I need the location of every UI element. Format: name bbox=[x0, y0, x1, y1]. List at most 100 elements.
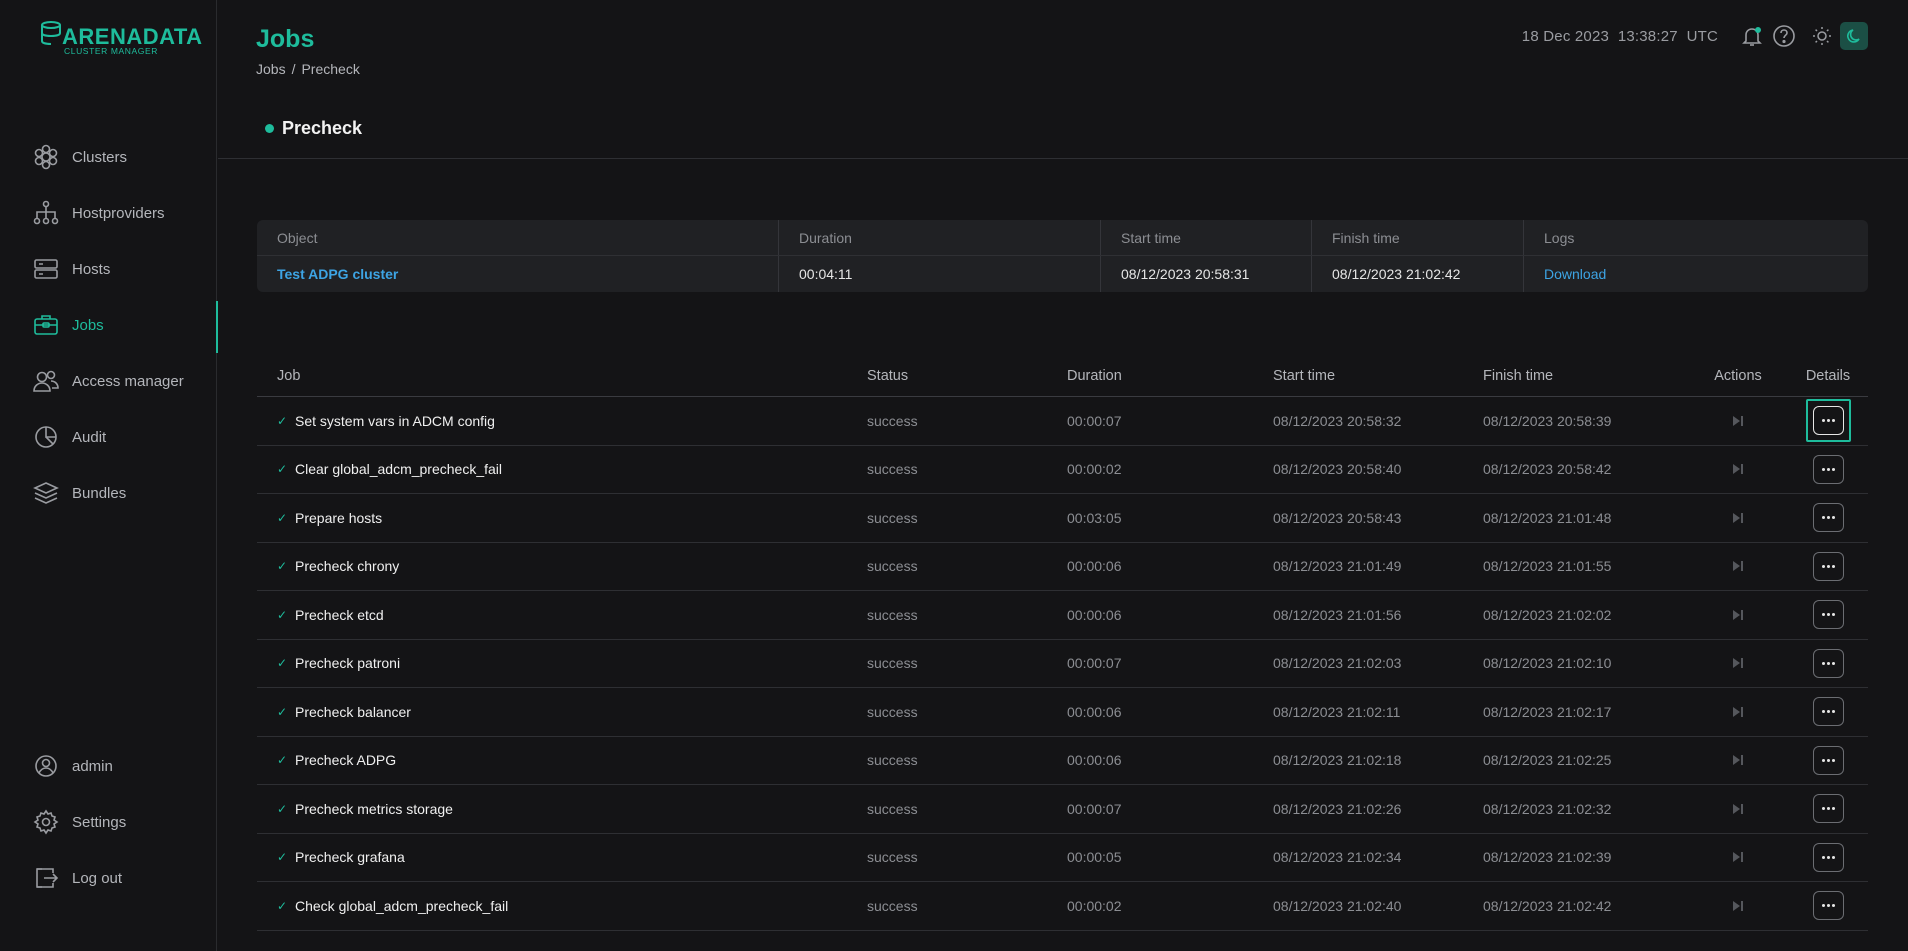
header-toolbar: 18 Dec 2023 13:38:27 UTC bbox=[1522, 20, 1868, 52]
summary-finish-time: 08/12/2023 21:02:42 bbox=[1312, 256, 1524, 292]
job-start-time: 08/12/2023 21:02:03 bbox=[1273, 655, 1402, 672]
run-job-button[interactable] bbox=[1728, 799, 1748, 819]
run-job-button[interactable] bbox=[1728, 605, 1748, 625]
sidebar: ARENADATA CLUSTER MANAGER Clusters Hostp… bbox=[0, 0, 218, 951]
job-duration: 00:03:05 bbox=[1067, 509, 1122, 526]
run-job-button[interactable] bbox=[1728, 459, 1748, 479]
light-theme-button[interactable] bbox=[1808, 22, 1836, 50]
details-button[interactable] bbox=[1812, 551, 1844, 581]
table-row: ✓ Precheck etcd success 00:00:06 08/12/2… bbox=[257, 591, 1868, 640]
job-details-cell bbox=[1788, 503, 1868, 533]
check-icon: ✓ bbox=[277, 413, 288, 428]
job-duration: 00:00:07 bbox=[1067, 655, 1122, 672]
sidebar-item-bundles[interactable]: Bundles bbox=[0, 469, 217, 517]
jobs-icon bbox=[32, 311, 60, 339]
details-button[interactable] bbox=[1812, 794, 1844, 824]
details-button[interactable] bbox=[1812, 891, 1844, 921]
sidebar-item-label: Settings bbox=[72, 813, 127, 831]
sidebar-item-hostproviders[interactable]: Hostproviders bbox=[0, 189, 217, 237]
run-job-button[interactable] bbox=[1728, 750, 1748, 770]
job-actions-cell bbox=[1688, 702, 1788, 722]
job-actions-cell bbox=[1688, 750, 1788, 770]
job-status-dot bbox=[265, 124, 274, 133]
run-job-button[interactable] bbox=[1728, 556, 1748, 576]
more-icon bbox=[1821, 904, 1835, 908]
sidebar-item-audit[interactable]: Audit bbox=[0, 413, 217, 461]
sidebar-item-logout[interactable]: Log out bbox=[0, 854, 217, 902]
details-button[interactable] bbox=[1812, 842, 1844, 872]
job-start-time: 08/12/2023 21:01:49 bbox=[1273, 558, 1402, 575]
brand-logo[interactable]: ARENADATA CLUSTER MANAGER bbox=[40, 18, 202, 58]
jobs-table-body: ✓ Set system vars in ADCM config success… bbox=[257, 397, 1868, 931]
breadcrumb-jobs[interactable]: Jobs bbox=[256, 61, 286, 77]
jobs-header-duration: Duration bbox=[1067, 367, 1122, 384]
jobs-header-finish: Finish time bbox=[1483, 367, 1554, 384]
table-row: ✓ Precheck patroni success 00:00:07 08/1… bbox=[257, 640, 1868, 688]
job-heading: Precheck bbox=[265, 118, 362, 139]
job-status: success bbox=[867, 897, 918, 914]
current-timezone: UTC bbox=[1686, 27, 1718, 45]
details-button[interactable] bbox=[1812, 600, 1844, 630]
job-details-cell bbox=[1788, 745, 1868, 775]
run-job-button[interactable] bbox=[1728, 702, 1748, 722]
summary-header-start: Start time bbox=[1101, 220, 1312, 255]
sidebar-item-admin[interactable]: admin bbox=[0, 742, 217, 790]
run-job-button[interactable] bbox=[1728, 896, 1748, 916]
sidebar-item-clusters[interactable]: Clusters bbox=[0, 133, 217, 181]
job-name-cell: ✓ Precheck etcd bbox=[257, 607, 862, 623]
sidebar-item-label: Jobs bbox=[72, 316, 104, 334]
job-details-cell bbox=[1788, 794, 1868, 824]
job-finish-time: 08/12/2023 21:02:42 bbox=[1483, 897, 1612, 914]
details-button[interactable] bbox=[1812, 697, 1844, 727]
notifications-button[interactable] bbox=[1736, 20, 1768, 52]
run-job-button[interactable] bbox=[1728, 508, 1748, 528]
play-skip-icon bbox=[1733, 609, 1743, 620]
check-icon: ✓ bbox=[277, 704, 288, 719]
details-button[interactable] bbox=[1812, 648, 1844, 678]
object-link[interactable]: Test ADPG cluster bbox=[277, 266, 398, 282]
dark-theme-button[interactable] bbox=[1840, 22, 1868, 50]
breadcrumb-current: Precheck bbox=[301, 61, 360, 77]
job-name-cell: ✓ Prepare hosts bbox=[257, 510, 862, 526]
help-button[interactable] bbox=[1768, 20, 1800, 52]
hostproviders-icon bbox=[32, 199, 60, 227]
sidebar-item-access-manager[interactable]: Access manager bbox=[0, 357, 217, 405]
job-finish-time: 08/12/2023 21:02:17 bbox=[1483, 703, 1612, 720]
details-button[interactable] bbox=[1812, 503, 1844, 533]
play-skip-icon bbox=[1733, 803, 1743, 814]
breadcrumb-separator: / bbox=[291, 61, 296, 77]
jobs-header-row: Job Status Duration Start time Finish ti… bbox=[257, 355, 1868, 397]
jobs-header-status: Status bbox=[867, 367, 909, 384]
sidebar-item-settings[interactable]: Settings bbox=[0, 798, 217, 846]
breadcrumb: Jobs / Precheck bbox=[256, 61, 360, 77]
job-status: success bbox=[867, 461, 918, 478]
more-icon bbox=[1821, 516, 1835, 520]
run-job-button[interactable] bbox=[1728, 653, 1748, 673]
moon-icon bbox=[1847, 29, 1860, 43]
sidebar-item-label: Bundles bbox=[72, 484, 127, 502]
job-name-cell: ✓ Precheck metrics storage bbox=[257, 801, 862, 817]
more-icon bbox=[1821, 758, 1835, 762]
job-finish-time: 08/12/2023 21:02:39 bbox=[1483, 849, 1612, 866]
check-icon: ✓ bbox=[277, 510, 288, 525]
download-logs-link[interactable]: Download bbox=[1544, 266, 1606, 282]
sidebar-item-label: Audit bbox=[72, 428, 107, 446]
job-status: success bbox=[867, 558, 918, 575]
summary-duration: 00:04:11 bbox=[779, 256, 1101, 292]
details-button[interactable] bbox=[1812, 745, 1844, 775]
job-details-cell bbox=[1788, 891, 1868, 921]
sidebar-item-jobs[interactable]: Jobs bbox=[0, 301, 218, 353]
check-icon: ✓ bbox=[277, 559, 288, 574]
run-job-button[interactable] bbox=[1728, 847, 1748, 867]
details-button[interactable] bbox=[1812, 454, 1844, 484]
job-finish-time: 08/12/2023 21:01:48 bbox=[1483, 509, 1612, 526]
run-job-button[interactable] bbox=[1728, 411, 1748, 431]
sidebar-item-hosts[interactable]: Hosts bbox=[0, 245, 217, 293]
details-button[interactable] bbox=[1805, 399, 1851, 443]
job-start-time: 08/12/2023 21:02:26 bbox=[1273, 800, 1402, 817]
clusters-icon bbox=[32, 143, 60, 171]
job-start-time: 08/12/2023 20:58:43 bbox=[1273, 509, 1402, 526]
job-duration: 00:00:06 bbox=[1067, 703, 1122, 720]
table-row: ✓ Precheck metrics storage success 00:00… bbox=[257, 785, 1868, 834]
table-row: ✓ Precheck ADPG success 00:00:06 08/12/2… bbox=[257, 737, 1868, 785]
